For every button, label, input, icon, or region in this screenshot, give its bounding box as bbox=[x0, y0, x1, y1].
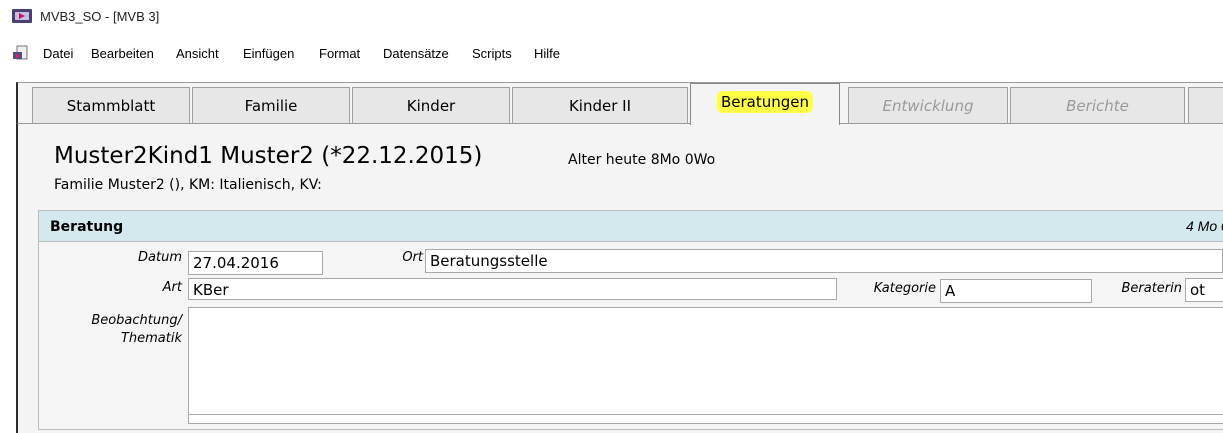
window-title: MVB3_SO - [MVB 3] bbox=[40, 9, 160, 24]
tab-beratungen-label: Beratungen bbox=[716, 91, 814, 113]
tab-beratungen[interactable]: Beratungen bbox=[690, 83, 840, 125]
child-age-today: Alter heute 8Mo 0Wo bbox=[568, 152, 716, 168]
next-field-edge[interactable] bbox=[188, 414, 1223, 424]
ort-label: Ort bbox=[402, 250, 423, 265]
tab-familie[interactable]: Familie bbox=[192, 87, 350, 124]
document-icon[interactable] bbox=[12, 45, 32, 61]
beraterin-label: Beraterin bbox=[1121, 281, 1182, 296]
art-label: Art bbox=[162, 280, 182, 295]
ort-field[interactable]: Beratungsstelle bbox=[425, 249, 1223, 273]
child-name-heading: Muster2Kind1 Muster2 (*22.12.2015) bbox=[54, 143, 483, 169]
tab-stammblatt[interactable]: Stammblatt bbox=[32, 87, 190, 124]
menu-scripts[interactable]: Scripts bbox=[472, 46, 512, 61]
datum-field[interactable]: 27.04.2016 bbox=[188, 251, 323, 275]
section-title: Beratung bbox=[50, 219, 124, 235]
beobachtung-label-line1: Beobachtung/ bbox=[91, 313, 182, 328]
menu-bearbeiten[interactable]: Bearbeiten bbox=[91, 46, 154, 61]
filemaker-app-icon bbox=[12, 9, 32, 23]
beobachtung-textarea[interactable] bbox=[188, 307, 1223, 415]
menu-datei[interactable]: Datei bbox=[43, 46, 73, 61]
section-header bbox=[39, 211, 1223, 242]
beobachtung-label-line2: Thematik bbox=[120, 331, 182, 346]
kategorie-field[interactable]: A bbox=[940, 279, 1092, 303]
family-info: Familie Muster2 (), KM: Italienisch, KV: bbox=[54, 177, 322, 193]
menu-bar: Datei Bearbeiten Ansicht Einfügen Format… bbox=[0, 41, 1223, 65]
menu-einfuegen[interactable]: Einfügen bbox=[243, 46, 294, 61]
kategorie-label: Kategorie bbox=[873, 281, 936, 296]
menu-ansicht[interactable]: Ansicht bbox=[176, 46, 219, 61]
menu-datensaetze[interactable]: Datensätze bbox=[383, 46, 449, 61]
tab-berichte: Berichte bbox=[1010, 87, 1185, 124]
art-field[interactable]: KBer bbox=[188, 278, 837, 300]
beraterin-field[interactable]: ot bbox=[1185, 278, 1223, 302]
tab-entwicklung: Entwicklung bbox=[848, 87, 1008, 124]
beobachtung-label: Beobachtung/ Thematik bbox=[91, 312, 182, 348]
section-age-hint: 4 Mo 0 bbox=[1186, 218, 1223, 234]
tab-kinder-ii[interactable]: Kinder II bbox=[512, 87, 688, 124]
menu-hilfe[interactable]: Hilfe bbox=[534, 46, 560, 61]
title-bar: MVB3_SO - [MVB 3] bbox=[0, 0, 1223, 32]
datum-label: Datum bbox=[138, 250, 182, 265]
tab-more[interactable] bbox=[1188, 87, 1223, 124]
tab-kinder[interactable]: Kinder bbox=[352, 87, 510, 124]
menu-format[interactable]: Format bbox=[319, 46, 360, 61]
